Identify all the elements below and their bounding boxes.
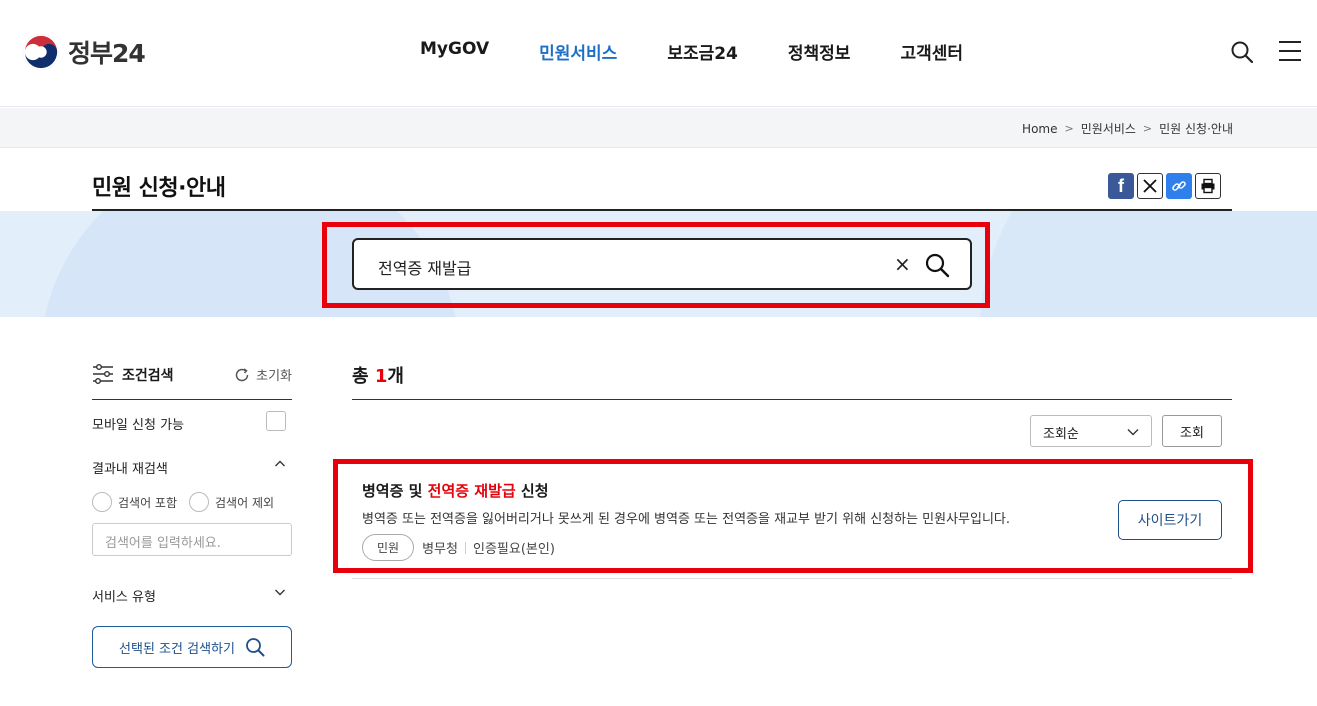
share-toolbar: f: [1108, 173, 1224, 199]
result-highlight-box: [333, 459, 1253, 573]
mobile-filter-row: 모바일 신청 가능: [92, 411, 292, 433]
nav-subsidy24[interactable]: 보조금24: [667, 39, 738, 64]
radio-exclude-label: 검색어 제외: [215, 495, 275, 510]
chevron-right-icon: >: [1142, 122, 1153, 135]
result-total-suffix: 개: [387, 366, 404, 387]
nav-customer-center[interactable]: 고객센터: [900, 39, 963, 64]
mobile-filter-label: 모바일 신청 가능: [92, 418, 184, 433]
result-total: 총 1개: [352, 362, 404, 388]
sort-select[interactable]: 조회순: [1030, 415, 1152, 447]
mobile-filter-checkbox[interactable]: [266, 411, 286, 431]
search-icon[interactable]: [1230, 40, 1254, 64]
refine-options: 검색어 포함 검색어 제외: [92, 492, 286, 512]
result-count: 1: [374, 366, 388, 387]
radio-exclude[interactable]: 검색어 제외: [189, 492, 274, 512]
reset-button[interactable]: 초기화: [234, 365, 292, 384]
search-highlight-box: [322, 222, 990, 308]
breadcrumb-civil-service[interactable]: 민원서비스: [1081, 120, 1136, 137]
nav-mygov[interactable]: MyGOV: [420, 39, 489, 64]
breadcrumb-home[interactable]: Home: [1022, 122, 1057, 136]
radio-include-label: 검색어 포함: [118, 495, 178, 510]
breadcrumb: Home > 민원서비스 > 민원 신청·안내: [1022, 120, 1233, 137]
taegeuk-logo-icon: [22, 33, 60, 71]
chevron-down-icon[interactable]: [274, 586, 286, 598]
refine-search-row[interactable]: 결과내 재검색: [92, 458, 292, 477]
sort-apply-button[interactable]: 조회: [1162, 415, 1222, 447]
facebook-icon[interactable]: f: [1108, 173, 1134, 199]
reset-label: 초기화: [256, 369, 292, 384]
x-icon[interactable]: [1137, 173, 1163, 199]
apply-filter-button[interactable]: 선택된 조건 검색하기: [92, 626, 292, 668]
main-nav: MyGOV 민원서비스 보조금24 정책정보 고객센터: [420, 39, 1013, 64]
chevron-right-icon: >: [1064, 122, 1074, 135]
sort-select-value: 조회순: [1043, 427, 1079, 442]
filter-title: 조건검색: [122, 368, 174, 384]
result-total-prefix: 총: [352, 366, 375, 387]
breadcrumb-current: 민원 신청·안내: [1159, 122, 1233, 136]
page-title: 민원 신청·안내: [92, 176, 226, 201]
service-type-row[interactable]: 서비스 유형: [92, 586, 292, 605]
logo-text: 정부24: [68, 39, 146, 68]
service-type-label: 서비스 유형: [92, 590, 156, 605]
radio-include[interactable]: 검색어 포함: [92, 492, 177, 512]
refine-search-input[interactable]: 검색어를 입력하세요.: [92, 523, 292, 556]
chevron-down-icon: [1127, 429, 1139, 436]
nav-civil-service[interactable]: 민원서비스: [539, 39, 617, 64]
link-icon[interactable]: [1166, 173, 1192, 199]
card-divider: [352, 578, 1232, 579]
site-header: 정부24 MyGOV 민원서비스 보조금24 정책정보 고객센터: [0, 0, 1317, 107]
print-icon[interactable]: [1195, 173, 1221, 199]
chevron-up-icon[interactable]: [274, 458, 286, 470]
gov24-logo[interactable]: 정부24: [22, 33, 146, 71]
filter-header: 조건검색 초기화: [92, 360, 292, 400]
nav-policy-info[interactable]: 정책정보: [788, 39, 851, 64]
breadcrumb-bar: Home > 민원서비스 > 민원 신청·안내: [0, 108, 1317, 148]
refine-search-label: 결과내 재검색: [92, 462, 168, 477]
results-divider: [352, 399, 1232, 400]
hamburger-menu-icon[interactable]: [1279, 41, 1301, 61]
apply-filter-label: 선택된 조건 검색하기: [119, 641, 235, 657]
search-icon: [246, 638, 265, 657]
refresh-icon: [235, 367, 249, 381]
filter-sliders-icon: [93, 364, 113, 384]
